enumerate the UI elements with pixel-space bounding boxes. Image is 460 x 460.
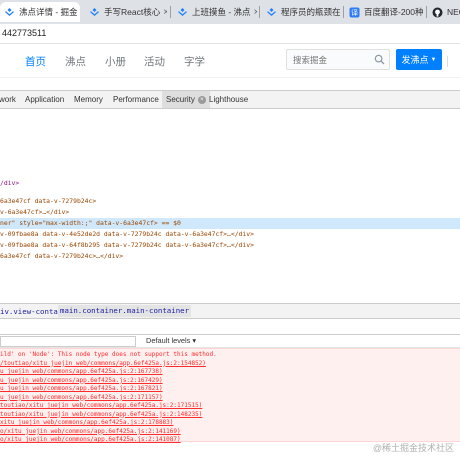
tab-security[interactable]: Security × <box>162 91 210 108</box>
stack-frame-link[interactable]: o/xitu_juejin_web/commons/app.6ef425a.js… <box>0 428 181 437</box>
tab-label: Performance <box>113 95 159 104</box>
stack-frame-link[interactable]: /toutiao/xitu_juejin_web/commons/app.6ef… <box>0 360 206 369</box>
search-box <box>286 49 390 70</box>
tab-label: Application <box>25 95 65 104</box>
tab-network[interactable]: work <box>0 91 20 108</box>
browser-tab-1[interactable]: 沸点详情 - 掘金 × <box>0 2 80 22</box>
tab-separator <box>426 6 427 18</box>
tree-line-text: ner" style="max-width:;" data-v-6a3e47cf… <box>0 219 181 227</box>
browser-tab-label: 上班摸鱼 - 沸点 <box>192 7 251 17</box>
close-icon[interactable]: × <box>163 7 167 18</box>
tree-line[interactable]: v-09fbae8a data-v-4e52de2d data-v-7279b2… <box>0 229 254 240</box>
svg-text:译: 译 <box>351 9 358 17</box>
stack-frame-link[interactable]: u_juejin_web/commons/app.6ef425a.js:2:17… <box>0 394 163 403</box>
search-input[interactable] <box>293 50 371 69</box>
tab-separator <box>259 6 260 18</box>
tree-line-text: 6a3e47cf data-v-7279b24c>…</div> <box>0 252 124 260</box>
site-header: 首页 沸点 小册 活动 字学 发沸点 ▼ <box>0 44 460 78</box>
stack-frame-link[interactable]: u_juejin_web/commons/app.6ef425a.js:2:16… <box>0 385 163 394</box>
devtools-tabs: work Application Memory Performance Secu… <box>0 90 460 109</box>
watermark: @稀土掘金技术社区 <box>372 443 454 453</box>
tree-line[interactable]: 6a3e47cf data-v-7279b24c> <box>0 196 96 207</box>
error-text: ild' on 'Node': This node type does not … <box>0 351 217 358</box>
github-icon <box>432 7 443 18</box>
tab-label: Memory <box>74 95 103 104</box>
stack-frame-link[interactable]: u_juejin_web/commons/app.6ef425a.js:2:16… <box>0 377 163 386</box>
console-error-message: ild' on 'Node': This node type does not … <box>0 348 460 445</box>
tab-application[interactable]: Application <box>21 91 68 108</box>
juejin-icon <box>4 7 15 18</box>
baidu-translate-icon: 译 <box>349 7 360 18</box>
stack-frame-link[interactable]: o/xitu_juejin_web/commons/app.6ef425a.js… <box>0 436 181 445</box>
browser-tab-label: NEO <box>447 7 460 17</box>
log-levels-dropdown[interactable]: Default levels ▾ <box>146 336 196 345</box>
tab-performance[interactable]: Performance <box>109 91 163 108</box>
tree-line-text: v-6a3e47cf>…</div> <box>0 208 70 216</box>
tree-line[interactable]: 6a3e47cf data-v-7279b24c>…</div> <box>0 251 123 262</box>
tree-line-text: v-09fbae8a data-v-4e52de2d data-v-7279b2… <box>0 230 254 238</box>
publish-pin-label: 发沸点 <box>401 55 429 65</box>
tab-label: work <box>0 95 16 104</box>
nav-pins[interactable]: 沸点 <box>65 54 86 69</box>
nav-books[interactable]: 小册 <box>105 54 126 69</box>
nav-events[interactable]: 活动 <box>144 54 165 69</box>
stack-frame-link[interactable]: toutiao/xitu_juejin_web/commons/app.6ef4… <box>0 402 202 411</box>
nav-learn[interactable]: 字学 <box>184 54 205 69</box>
stack-frame-link[interactable]: u_juejin_web/commons/app.6ef425a.js:2:16… <box>0 368 163 377</box>
browser-tab-label: 百度翻译-200种 <box>364 7 424 17</box>
browser-tab-4[interactable]: 程序员的瓶颈在 × <box>262 2 342 22</box>
juejin-icon <box>89 7 100 18</box>
browser-tab-5[interactable]: 译 百度翻译-200种 × <box>345 2 425 22</box>
tree-line[interactable]: /div> <box>0 178 19 189</box>
header-divider <box>447 56 448 67</box>
tab-memory[interactable]: Memory <box>70 91 107 108</box>
console-filter-input[interactable] <box>0 336 136 347</box>
elements-tree: /div> 6a3e47cf data-v-7279b24c> v-6a3e47… <box>0 109 460 304</box>
browser-tab-label: 程序员的瓶颈在 <box>281 7 341 17</box>
close-icon[interactable]: × <box>254 7 257 18</box>
tree-line[interactable]: v-6a3e47cf>…</div> <box>0 207 69 218</box>
search-icon[interactable] <box>374 54 385 67</box>
browser-tab-label: 沸点详情 - 掘金 <box>19 7 78 17</box>
tree-line-text: /div> <box>0 179 20 187</box>
tab-separator <box>343 6 344 18</box>
browser-tab-2[interactable]: 手写React核心 × <box>85 2 167 22</box>
stack-frame-link[interactable]: xitu_juejin_web/commons/app.6ef425a.js:2… <box>0 419 173 428</box>
address-bar[interactable]: 442773511 <box>0 24 460 44</box>
tab-label: Lighthouse <box>209 95 249 104</box>
breadcrumb: iv.view-container main.container.main-co… <box>0 303 460 319</box>
browser-tab-3[interactable]: 上班摸鱼 - 沸点 × <box>173 2 257 22</box>
tab-label: Security <box>166 95 195 104</box>
browser-tab-6[interactable]: NEO <box>428 2 460 22</box>
tree-line-text: v-09fbae8a data-v-64f8b295 data-v-7279b2… <box>0 241 254 249</box>
browser-tab-strip: 沸点详情 - 掘金 × 手写React核心 × 上班摸鱼 - 沸点 × 程序员的… <box>0 0 460 24</box>
nav-home[interactable]: 首页 <box>25 54 46 69</box>
console-toolbar: Default levels ▾ <box>0 334 460 348</box>
browser-tab-label: 手写React核心 <box>104 7 161 17</box>
stack-frame-link[interactable]: toutiao/xitu_juejin_web/commons/app.6ef4… <box>0 411 202 420</box>
tree-line-selected[interactable]: ner" style="max-width:;" data-v-6a3e47cf… <box>0 218 460 229</box>
juejin-icon <box>266 7 277 18</box>
tab-lighthouse[interactable]: Lighthouse <box>205 91 252 108</box>
breadcrumb-item-active[interactable]: main.container.main-container <box>58 305 192 317</box>
tree-line-text: 6a3e47cf data-v-7279b24c> <box>0 197 97 205</box>
juejin-icon <box>177 7 188 18</box>
tab-separator <box>170 6 171 18</box>
publish-pin-button[interactable]: 发沸点 ▼ <box>396 49 442 70</box>
tree-line[interactable]: v-09fbae8a data-v-64f8b295 data-v-7279b2… <box>0 240 254 251</box>
url-text[interactable]: 442773511 <box>2 28 46 38</box>
caret-down-icon: ▼ <box>430 56 437 63</box>
